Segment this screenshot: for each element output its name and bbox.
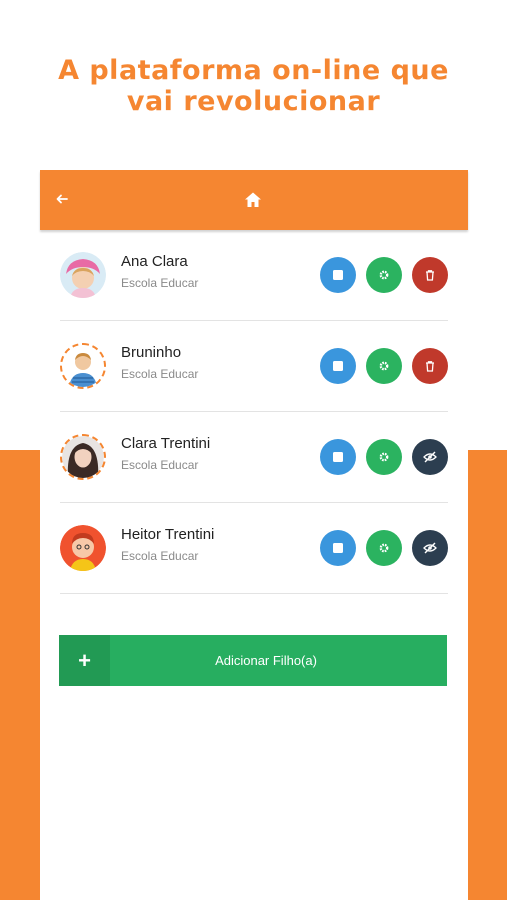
view-button[interactable]	[320, 348, 356, 384]
home-button[interactable]	[244, 191, 264, 211]
orange-side-band-left	[0, 450, 40, 900]
back-button[interactable]	[52, 190, 72, 210]
gear-icon	[379, 452, 389, 462]
avatar	[60, 343, 106, 389]
row-actions	[320, 530, 448, 566]
list-item: Ana Clara Escola Educar	[60, 230, 448, 321]
gear-icon	[379, 270, 389, 280]
child-name: Clara Trentini	[121, 435, 211, 452]
child-school: Escola Educar	[121, 549, 199, 563]
settings-button[interactable]	[366, 257, 402, 293]
app-screen: Ana Clara Escola Educar Bruninho Escola …	[40, 170, 468, 900]
view-button[interactable]	[320, 257, 356, 293]
child-name: Bruninho	[121, 344, 182, 361]
headline-line-1: A plataforma on-line que	[58, 55, 449, 86]
settings-button[interactable]	[366, 348, 402, 384]
gear-icon	[379, 361, 389, 371]
eye-slash-icon	[423, 451, 437, 463]
avatar	[60, 252, 106, 298]
delete-button[interactable]	[412, 348, 448, 384]
row-actions	[320, 439, 448, 475]
list-item: Heitor Trentini Escola Educar	[60, 503, 448, 594]
delete-button[interactable]	[412, 257, 448, 293]
trash-icon	[426, 270, 434, 281]
trash-icon	[426, 361, 434, 372]
square-icon	[333, 543, 343, 553]
headline-line-2: vai revolucionar	[126, 86, 381, 117]
square-icon	[333, 270, 343, 280]
row-actions	[320, 257, 448, 293]
square-icon	[333, 361, 343, 371]
child-school: Escola Educar	[121, 458, 199, 472]
row-actions	[320, 348, 448, 384]
orange-side-band-right	[467, 450, 507, 900]
eye-slash-icon	[423, 542, 437, 554]
settings-button[interactable]	[366, 530, 402, 566]
square-icon	[333, 452, 343, 462]
gear-icon	[379, 543, 389, 553]
arrow-left-icon	[56, 194, 68, 204]
add-child-label: Adicionar Filho(a)	[215, 653, 317, 668]
child-school: Escola Educar	[121, 367, 199, 381]
view-button[interactable]	[320, 530, 356, 566]
children-list: Ana Clara Escola Educar Bruninho Escola …	[60, 230, 448, 594]
child-name: Heitor Trentini	[121, 526, 215, 543]
promo-headline: A plataforma on-line que vai revoluciona…	[0, 55, 507, 117]
hide-button[interactable]	[412, 439, 448, 475]
list-item: Bruninho Escola Educar	[60, 321, 448, 412]
child-name: Ana Clara	[121, 253, 188, 270]
view-button[interactable]	[320, 439, 356, 475]
plus-icon: +	[59, 635, 110, 686]
avatar	[60, 525, 106, 571]
hide-button[interactable]	[412, 530, 448, 566]
child-school: Escola Educar	[121, 276, 199, 290]
avatar	[60, 434, 106, 480]
settings-button[interactable]	[366, 439, 402, 475]
home-icon	[245, 192, 261, 207]
app-topbar	[40, 170, 468, 230]
add-child-button[interactable]: + Adicionar Filho(a)	[59, 635, 447, 686]
list-item: Clara Trentini Escola Educar	[60, 412, 448, 503]
